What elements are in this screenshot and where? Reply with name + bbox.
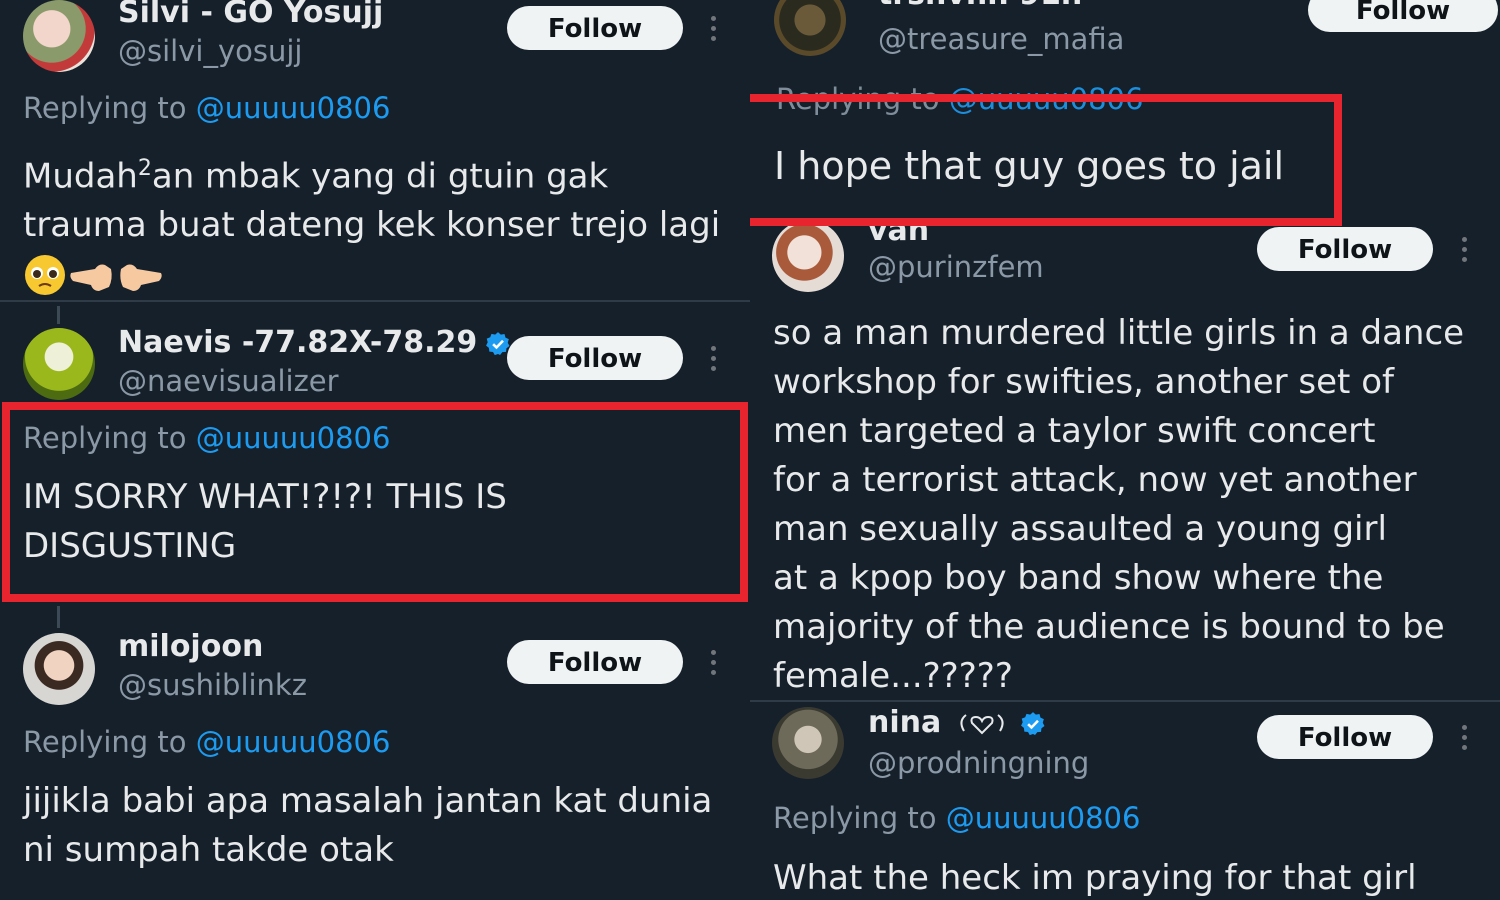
replying-to-label: Replying to [773, 801, 937, 835]
red-highlight-box [750, 94, 1342, 226]
wing-heart-icon [960, 713, 1004, 734]
display-name[interactable]: milojoon [118, 630, 263, 664]
avatar[interactable] [772, 220, 844, 292]
tweet-text-line: majority of the audience is bound to be [773, 607, 1445, 647]
tweet-text: so a man murdered little girls in a danc… [773, 309, 1493, 701]
follow-button[interactable]: Follow [1257, 227, 1433, 271]
tweet-text: Mudah2an mbak yang di gtuin gak trauma b… [23, 144, 743, 299]
tweet-text-superscript: 2 [137, 156, 152, 181]
reply-tweet[interactable]: Silvi - GO Yosujj @silvi_yosujj Follow R… [0, 0, 750, 300]
tweet-text-line: man sexually assaulted a young girl [773, 509, 1387, 549]
tweet-text-line: trauma buat dateng kek konser trejo lagi [23, 205, 721, 246]
tweet-text-line: ni sumpah takde otak [23, 830, 394, 870]
tweet-text-line: Mudah [23, 156, 138, 197]
divider [0, 300, 750, 302]
avatar[interactable] [23, 0, 95, 72]
display-name[interactable]: nina [868, 706, 1046, 740]
user-handle[interactable]: @treasure_mafia [878, 22, 1124, 56]
follow-button[interactable]: Follow [507, 6, 683, 50]
follow-button[interactable]: Follow [507, 640, 683, 684]
tweet-text: What the heck im praying for that girl [773, 858, 1417, 898]
pointing-left-hand-emoji [70, 264, 112, 291]
tweet-text: jijikla babi apa masalah jantan kat duni… [23, 777, 743, 875]
reply-tweet[interactable]: van @purinzfem Follow so a man murdered … [750, 214, 1500, 701]
mention-link[interactable]: @uuuuu0806 [196, 91, 391, 125]
right-screenshot-panel: trsnvnn 91n @treasure_mafia Follow Reply… [750, 0, 1500, 900]
user-handle[interactable]: @naevisualizer [118, 364, 339, 398]
left-screenshot-panel: Silvi - GO Yosujj @silvi_yosujj Follow R… [0, 0, 750, 900]
tweet-text-line: an mbak yang di gtuin gak [151, 156, 609, 197]
display-name[interactable]: Silvi - GO Yosujj [118, 0, 383, 30]
tweet-text-line: so a man murdered little girls in a danc… [773, 313, 1465, 353]
more-options-icon[interactable] [1456, 717, 1472, 757]
tweet-text-line: jijikla babi apa masalah jantan kat duni… [23, 781, 713, 821]
thread-line [57, 606, 60, 628]
tweet-text-line: workshop for swifties, another set of [773, 362, 1394, 402]
display-name[interactable]: Naevis -77.82X-78.29 [118, 326, 511, 360]
avatar[interactable] [23, 633, 95, 705]
replying-to: Replying to @uuuuu0806 [773, 801, 1140, 835]
display-name-text: Naevis -77.82X-78.29 [118, 325, 478, 360]
reply-tweet[interactable]: nina @prodningning Follow Replying to @u… [750, 704, 1500, 900]
more-options-icon[interactable] [705, 338, 721, 378]
follow-button[interactable]: Follow [1308, 0, 1498, 32]
reply-tweet[interactable]: milojoon @sushiblinkz Follow Replying to… [0, 626, 750, 900]
user-handle[interactable]: @prodningning [868, 746, 1089, 780]
tweet-text-line: female...????? [773, 656, 1013, 696]
red-highlight-box [2, 402, 748, 602]
replying-to-label: Replying to [23, 91, 187, 125]
more-options-icon[interactable] [705, 642, 721, 682]
user-handle[interactable]: @silvi_yosujj [118, 34, 302, 68]
pleading-face-emoji [25, 254, 65, 295]
mention-link[interactable]: @uuuuu0806 [196, 725, 391, 759]
avatar[interactable] [23, 328, 95, 400]
follow-button[interactable]: Follow [507, 336, 683, 380]
user-handle[interactable]: @sushiblinkz [118, 668, 307, 702]
tweet-text-line: at a kpop boy band show where the [773, 558, 1384, 598]
replying-to: Replying to @uuuuu0806 [23, 91, 390, 125]
display-name[interactable]: trsnvnn 91n [878, 0, 1082, 12]
more-options-icon[interactable] [705, 8, 721, 48]
pointing-right-hand-emoji [120, 264, 162, 291]
verified-badge-icon [1020, 711, 1045, 735]
tweet-text-line: men targeted a taylor swift concert [773, 411, 1376, 451]
follow-button[interactable]: Follow [1257, 715, 1433, 759]
divider [750, 700, 1500, 702]
display-name-text: nina [868, 705, 942, 740]
replying-to-label: Replying to [23, 725, 187, 759]
avatar[interactable] [772, 707, 844, 779]
tweet-text-line: for a terrorist attack, now yet another [773, 460, 1417, 500]
avatar[interactable] [774, 0, 846, 56]
user-handle[interactable]: @purinzfem [868, 250, 1044, 284]
replying-to: Replying to @uuuuu0806 [23, 725, 390, 759]
mention-link[interactable]: @uuuuu0806 [946, 801, 1141, 835]
more-options-icon[interactable] [1456, 229, 1472, 269]
